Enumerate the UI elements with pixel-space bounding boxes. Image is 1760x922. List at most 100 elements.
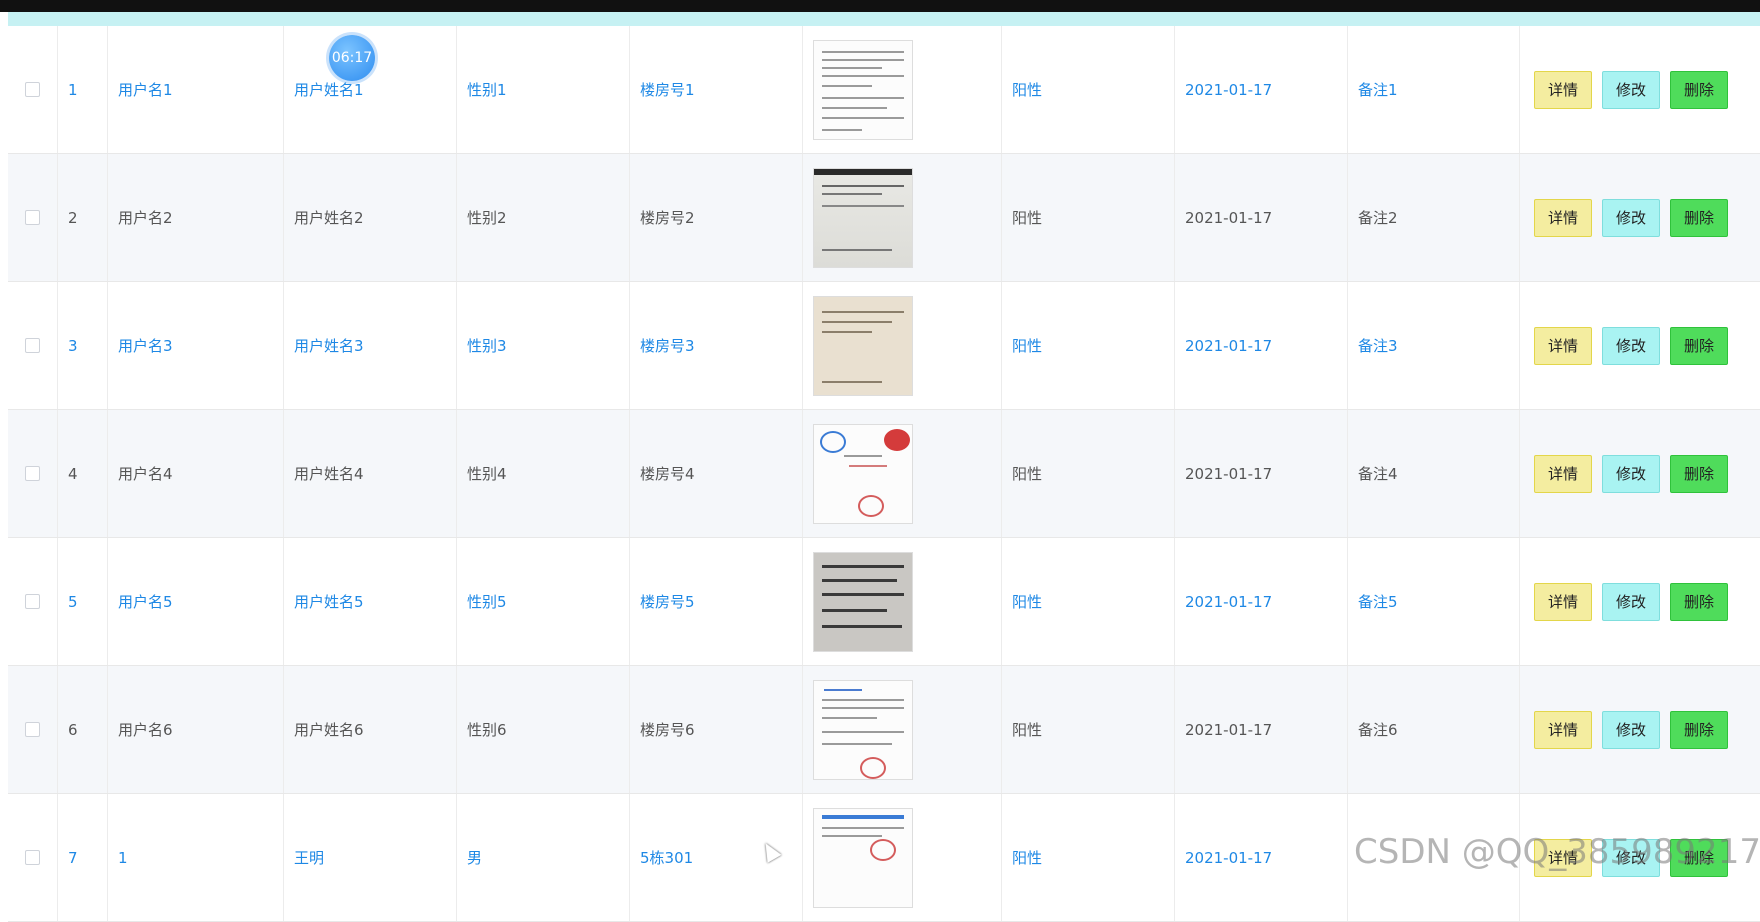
edit-button[interactable]: 修改 (1602, 198, 1660, 237)
username-cell: 用户名6 (108, 666, 284, 793)
report-thumbnail[interactable] (813, 423, 913, 524)
actions-cell: 详情 修改 删除 (1520, 666, 1760, 793)
date-cell: 2021-01-17 (1175, 410, 1348, 537)
delete-button[interactable]: 删除 (1670, 582, 1728, 621)
result-cell: 阳性 (1002, 154, 1175, 281)
sex-cell: 性别4 (457, 410, 630, 537)
report-thumbnail[interactable] (813, 551, 913, 652)
row-index: 1 (58, 26, 108, 153)
note-cell: 备注4 (1348, 410, 1520, 537)
row-checkbox-cell (8, 282, 58, 409)
table-row: 3 用户名3 用户姓名3 性别3 楼房号3 阳性 2021-01-17 备注3 … (8, 282, 1760, 410)
row-checkbox[interactable] (25, 594, 40, 609)
row-checkbox-cell (8, 538, 58, 665)
note-cell: 备注2 (1348, 154, 1520, 281)
row-checkbox-cell (8, 794, 58, 921)
result-cell: 阳性 (1002, 538, 1175, 665)
note-cell: 备注3 (1348, 282, 1520, 409)
edit-button[interactable]: 修改 (1602, 582, 1660, 621)
row-checkbox[interactable] (25, 722, 40, 737)
edit-button[interactable]: 修改 (1602, 710, 1660, 749)
row-checkbox[interactable] (25, 210, 40, 225)
building-cell: 5栋301 (630, 794, 803, 921)
sex-cell: 性别2 (457, 154, 630, 281)
sex-cell: 性别5 (457, 538, 630, 665)
row-index: 5 (58, 538, 108, 665)
building-cell: 楼房号4 (630, 410, 803, 537)
name-cell: 用户姓名6 (284, 666, 457, 793)
report-image-cell (803, 666, 1002, 793)
username-cell: 用户名2 (108, 154, 284, 281)
report-thumbnail[interactable] (813, 679, 913, 780)
report-image-cell (803, 282, 1002, 409)
data-table: 1 用户名1 用户姓名1 性别1 楼房号1 阳性 2021-01-17 备注1 … (8, 26, 1760, 922)
row-index: 2 (58, 154, 108, 281)
building-cell: 楼房号5 (630, 538, 803, 665)
delete-button[interactable]: 删除 (1670, 454, 1728, 493)
actions-cell: 详情 修改 删除 (1520, 154, 1760, 281)
delete-button[interactable]: 删除 (1670, 70, 1728, 109)
report-thumbnail[interactable] (813, 39, 913, 140)
name-cell: 用户姓名5 (284, 538, 457, 665)
sex-cell: 性别3 (457, 282, 630, 409)
row-checkbox[interactable] (25, 82, 40, 97)
detail-button[interactable]: 详情 (1534, 582, 1592, 621)
row-index: 7 (58, 794, 108, 921)
name-cell: 用户姓名2 (284, 154, 457, 281)
date-cell: 2021-01-17 (1175, 282, 1348, 409)
row-checkbox[interactable] (25, 338, 40, 353)
row-checkbox[interactable] (25, 850, 40, 865)
building-cell: 楼房号3 (630, 282, 803, 409)
building-cell: 楼房号1 (630, 26, 803, 153)
report-image-cell (803, 154, 1002, 281)
actions-cell: 详情 修改 删除 (1520, 410, 1760, 537)
detail-button[interactable]: 详情 (1534, 70, 1592, 109)
result-cell: 阳性 (1002, 666, 1175, 793)
row-checkbox-cell (8, 410, 58, 537)
building-cell: 楼房号2 (630, 154, 803, 281)
delete-button[interactable]: 删除 (1670, 198, 1728, 237)
report-image-cell (803, 410, 1002, 537)
report-image-cell (803, 538, 1002, 665)
detail-button[interactable]: 详情 (1534, 710, 1592, 749)
name-cell: 王明 (284, 794, 457, 921)
actions-cell: 详情 修改 删除 (1520, 538, 1760, 665)
table-row: 6 用户名6 用户姓名6 性别6 楼房号6 阳性 2021-01-17 备注6 … (8, 666, 1760, 794)
edit-button[interactable]: 修改 (1602, 454, 1660, 493)
note-cell: 备注5 (1348, 538, 1520, 665)
result-cell: 阳性 (1002, 410, 1175, 537)
delete-button[interactable]: 删除 (1670, 326, 1728, 365)
table-row: 1 用户名1 用户姓名1 性别1 楼房号1 阳性 2021-01-17 备注1 … (8, 26, 1760, 154)
date-cell: 2021-01-17 (1175, 666, 1348, 793)
date-cell: 2021-01-17 (1175, 154, 1348, 281)
delete-button[interactable]: 删除 (1670, 710, 1728, 749)
sex-cell: 性别6 (457, 666, 630, 793)
edit-button[interactable]: 修改 (1602, 70, 1660, 109)
actions-cell: 详情 修改 删除 (1520, 282, 1760, 409)
detail-button[interactable]: 详情 (1534, 198, 1592, 237)
report-thumbnail[interactable] (813, 295, 913, 396)
date-cell: 2021-01-17 (1175, 538, 1348, 665)
watermark-text: CSDN @QQ_3859892174 (1354, 832, 1760, 872)
row-index: 4 (58, 410, 108, 537)
edit-button[interactable]: 修改 (1602, 326, 1660, 365)
building-cell: 楼房号6 (630, 666, 803, 793)
result-cell: 阳性 (1002, 282, 1175, 409)
note-cell: 备注1 (1348, 26, 1520, 153)
table-header-strip (8, 12, 1760, 26)
sex-cell: 男 (457, 794, 630, 921)
detail-button[interactable]: 详情 (1534, 326, 1592, 365)
window-top-bar (0, 0, 1760, 12)
detail-button[interactable]: 详情 (1534, 454, 1592, 493)
report-thumbnail[interactable] (813, 807, 913, 908)
actions-cell: 详情 修改 删除 (1520, 26, 1760, 153)
date-cell: 2021-01-17 (1175, 26, 1348, 153)
row-checkbox[interactable] (25, 466, 40, 481)
username-cell: 用户名4 (108, 410, 284, 537)
row-index: 3 (58, 282, 108, 409)
report-thumbnail[interactable] (813, 167, 913, 268)
recording-timer-badge[interactable]: 06:17 (329, 35, 375, 81)
report-image-cell (803, 26, 1002, 153)
name-cell: 用户姓名4 (284, 410, 457, 537)
row-index: 6 (58, 666, 108, 793)
